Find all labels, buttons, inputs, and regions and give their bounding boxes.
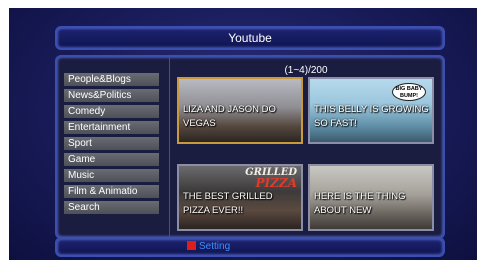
sidebar-item-sport[interactable]: Sport	[64, 137, 159, 150]
main-panel: People&Blogs News&Politics Comedy Entert…	[55, 55, 445, 239]
video-caption: HERE IS THE THING ABOUT NEW	[314, 191, 406, 216]
page-counter: (1~4)/200	[284, 65, 328, 76]
video-caption: THIS BELLY IS GROWING SO FAST!	[314, 104, 429, 129]
tv-screen: Youtube People&Blogs News&Politics Comed…	[9, 8, 477, 260]
bottom-bar: Setting	[55, 237, 445, 257]
sidebar-item-comedy[interactable]: Comedy	[64, 105, 159, 118]
sidebar-item-film-animation[interactable]: Film & Animatio	[64, 185, 159, 198]
video-thumbnail-1[interactable]: LIZA AND JASON DO VEGAS	[177, 77, 303, 144]
video-thumbnail-2[interactable]: BIG BABY BUMP! THIS BELLY IS GROWING SO …	[308, 77, 434, 144]
title-bar: Youtube	[55, 26, 445, 50]
sidebar-item-music[interactable]: Music	[64, 169, 159, 182]
sidebar-item-people-blogs[interactable]: People&Blogs	[64, 73, 159, 86]
setting-label: Setting	[199, 241, 231, 252]
sidebar-item-search[interactable]: Search	[64, 201, 159, 214]
red-button-icon	[187, 241, 196, 250]
category-sidebar: People&Blogs News&Politics Comedy Entert…	[57, 57, 170, 237]
sidebar-item-entertainment[interactable]: Entertainment	[64, 121, 159, 134]
video-thumbnail-3[interactable]: GRILLED PIZZA THE BEST GRILLED PIZZA EVE…	[177, 164, 303, 231]
video-caption: LIZA AND JASON DO VEGAS	[183, 104, 276, 129]
video-thumbnail-4[interactable]: HERE IS THE THING ABOUT NEW	[308, 164, 434, 231]
speech-bubble: BIG BABY BUMP!	[392, 83, 426, 101]
sidebar-item-game[interactable]: Game	[64, 153, 159, 166]
video-grid: (1~4)/200 LIZA AND JASON DO VEGAS BIG BA…	[169, 57, 443, 237]
logo-line-bottom: PIZZA	[255, 176, 297, 190]
video-caption: THE BEST GRILLED PIZZA EVER!!	[183, 191, 273, 216]
sidebar-item-news-politics[interactable]: News&Politics	[64, 89, 159, 102]
video-logo: GRILLED PIZZA	[245, 168, 297, 190]
page-title: Youtube	[228, 31, 272, 45]
setting-button[interactable]: Setting	[187, 239, 230, 255]
